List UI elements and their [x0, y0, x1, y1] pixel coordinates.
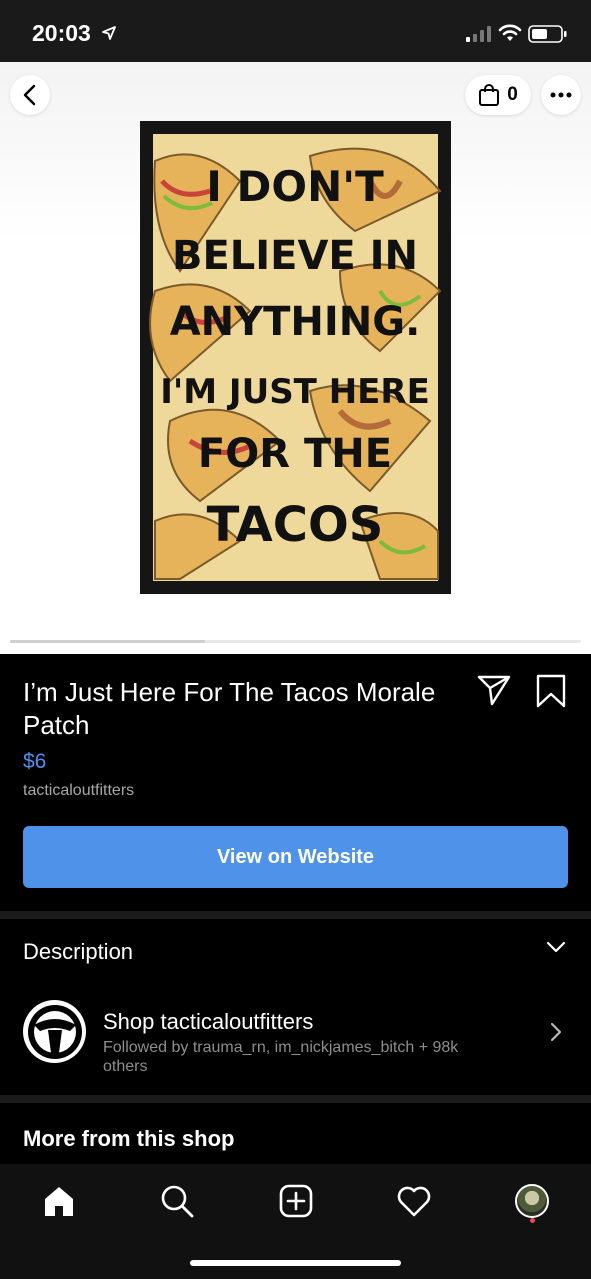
patch-line-6: TACOS [207, 497, 384, 553]
chevron-down-icon[interactable] [545, 940, 567, 954]
add-icon [279, 1184, 313, 1218]
patch-line-4: I'M JUST HERE [160, 372, 430, 412]
status-time: 20:03 [32, 20, 91, 46]
profile-avatar [515, 1184, 549, 1218]
section-divider [0, 1095, 591, 1103]
product-price: $6 [23, 750, 47, 773]
seller-name[interactable]: tacticaloutfitters [23, 782, 134, 800]
tab-create[interactable] [276, 1181, 316, 1221]
heart-icon [397, 1186, 431, 1217]
product-image[interactable]: I DON'T BELIEVE IN ANYTHING. I'M JUST HE… [140, 121, 451, 594]
status-bar: 20:03 [0, 0, 591, 62]
chevron-right-icon[interactable] [549, 1021, 563, 1043]
more-options-button[interactable] [541, 75, 581, 115]
bag-icon [479, 84, 500, 106]
patch-line-3: ANYTHING. [170, 299, 421, 345]
tab-profile[interactable] [512, 1181, 552, 1221]
more-icon [550, 92, 572, 98]
patch-line-1: I DON'T [206, 162, 384, 211]
notification-dot [530, 1218, 535, 1223]
carousel-thumb [10, 640, 205, 643]
patch-line-5: FOR THE [198, 431, 392, 477]
image-carousel-indicator [10, 640, 581, 643]
product-title: I’m Just Here For The Tacos Morale Patch [23, 677, 436, 740]
share-icon[interactable] [476, 673, 512, 707]
home-indicator [190, 1260, 401, 1266]
description-label[interactable]: Description [23, 939, 133, 965]
tab-search[interactable] [157, 1181, 197, 1221]
search-icon [161, 1185, 194, 1218]
home-icon [45, 1187, 73, 1216]
tab-home[interactable] [39, 1181, 79, 1221]
section-divider [0, 911, 591, 919]
product-hero: 0 I DON'T BELIEVE IN ANYTHING. I'M JUST … [0, 62, 591, 654]
cart-count: 0 [507, 84, 518, 105]
signal-icon [466, 26, 491, 42]
shop-avatar[interactable] [23, 1000, 86, 1063]
patch-line-2: BELIEVE IN [172, 233, 418, 279]
shop-name[interactable]: Shop tacticaloutfitters [103, 1009, 313, 1035]
view-on-website-button[interactable]: View on Website [23, 826, 568, 888]
more-from-shop-heading: More from this shop [23, 1126, 235, 1151]
back-icon [23, 84, 36, 106]
save-icon[interactable] [535, 673, 567, 709]
location-arrow-icon [102, 26, 116, 40]
bottom-tab-bar [0, 1164, 591, 1279]
battery-icon [528, 25, 567, 43]
tab-activity[interactable] [394, 1181, 434, 1221]
cart-button[interactable]: 0 [465, 75, 531, 115]
back-button[interactable] [10, 75, 50, 115]
shop-followers: Followed by trauma_rn, im_nickjames_bitc… [103, 1039, 459, 1075]
shop-logo-icon [27, 1004, 82, 1059]
wifi-icon [498, 24, 522, 41]
